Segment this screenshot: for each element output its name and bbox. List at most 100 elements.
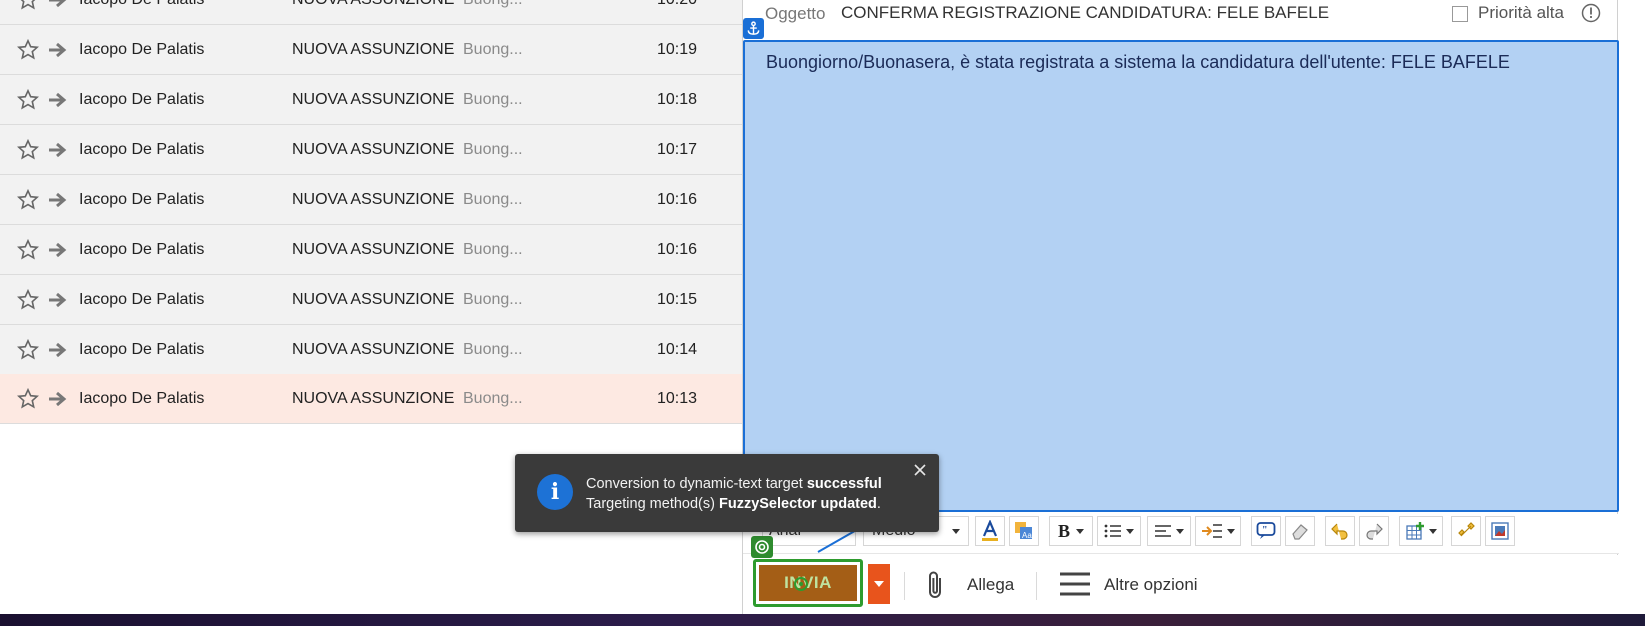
mail-sender: Iacopo De Palatis [79, 140, 205, 158]
forward-arrow-icon [49, 0, 66, 7]
bullet-list-icon [1104, 524, 1121, 538]
mail-subject: NUOVA ASSUNZIONE [292, 240, 455, 258]
eraser-icon [1292, 524, 1308, 540]
star-icon[interactable] [16, 288, 40, 312]
star-icon[interactable] [16, 38, 40, 62]
mail-time: 10:18 [657, 90, 698, 108]
mail-row[interactable]: Iacopo De Palatis NUOVA ASSUNZIONE Buong… [0, 125, 742, 175]
mail-preview: Buong... [463, 140, 523, 158]
mail-time: 10:20 [657, 0, 697, 9]
mail-row[interactable]: Iacopo De Palatis NUOVA ASSUNZIONE Buong… [0, 175, 742, 225]
subject-input[interactable]: CONFERMA REGISTRAZIONE CANDIDATURA: FELE… [841, 3, 1329, 23]
star-icon[interactable] [16, 238, 40, 262]
list-button[interactable] [1097, 516, 1141, 546]
link-icon [1458, 522, 1475, 537]
mail-preview: Buong... [463, 290, 523, 308]
mail-sender: Iacopo De Palatis [79, 240, 205, 258]
paperclip-icon[interactable] [925, 569, 947, 601]
mail-time: 10:15 [657, 290, 698, 308]
highlight-button[interactable]: Aa [1009, 516, 1039, 546]
toast-message-line1: Conversion to dynamic-text target succes… [586, 476, 882, 492]
svg-text:Aa: Aa [1022, 531, 1032, 540]
forward-arrow-icon [49, 242, 67, 257]
align-button[interactable] [1147, 516, 1191, 546]
forward-arrow-icon [49, 42, 67, 57]
send-options-button[interactable] [868, 564, 890, 604]
indent-button[interactable] [1195, 516, 1241, 546]
undo-button[interactable] [1325, 516, 1355, 546]
toast-notification: i Conversion to dynamic-text target succ… [515, 454, 939, 532]
chevron-down-icon [1126, 528, 1134, 534]
send-target-outline: INVIA [753, 559, 863, 607]
anchor-icon [743, 18, 764, 39]
attach-label[interactable]: Allega [967, 575, 1014, 595]
mail-subject: NUOVA ASSUNZIONE [292, 340, 455, 358]
message-body-editor[interactable]: Buongiorno/Buonasera, è stata registrata… [743, 40, 1619, 512]
mail-subject: NUOVA ASSUNZIONE [292, 140, 455, 158]
star-icon[interactable] [16, 0, 40, 12]
mail-subject: NUOVA ASSUNZIONE [292, 290, 455, 308]
more-options-label[interactable]: Altre opzioni [1104, 575, 1198, 595]
mail-preview: Buong... [463, 90, 523, 108]
star-icon[interactable] [16, 88, 40, 112]
mail-sender: Iacopo De Palatis [79, 290, 205, 308]
chevron-down-icon [1176, 528, 1184, 534]
quote-button[interactable]: " [1251, 516, 1281, 546]
priority-checkbox[interactable] [1452, 6, 1468, 22]
forward-arrow-icon [49, 342, 67, 357]
mail-sender: Iacopo De Palatis [79, 389, 205, 407]
divider [904, 572, 905, 600]
mail-time: 10:14 [657, 340, 698, 358]
subject-row: Oggetto CONFERMA REGISTRAZIONE CANDIDATU… [743, 0, 1619, 40]
mail-time: 10:16 [657, 190, 698, 208]
mail-subject: NUOVA ASSUNZIONE [292, 190, 455, 208]
star-icon[interactable] [16, 188, 40, 212]
mail-list: Iacopo De Palatis NUOVA ASSUNZIONE Buong… [0, 0, 742, 424]
send-button[interactable]: INVIA [759, 565, 857, 601]
mail-preview: Buong... [463, 389, 523, 407]
mail-subject: NUOVA ASSUNZIONE [292, 40, 455, 58]
bold-icon: B [1058, 522, 1070, 540]
redo-button[interactable] [1359, 516, 1389, 546]
mail-row[interactable]: Iacopo De Palatis NUOVA ASSUNZIONE Buong… [0, 25, 742, 75]
mail-time: 10:19 [657, 40, 698, 58]
mail-time: 10:17 [657, 140, 698, 158]
insert-table-button[interactable] [1399, 516, 1443, 546]
star-icon[interactable] [16, 387, 40, 411]
hamburger-icon[interactable] [1059, 571, 1091, 597]
mail-time: 10:13 [657, 389, 698, 407]
chevron-down-icon [1076, 528, 1084, 534]
chevron-down-icon [874, 581, 884, 587]
eraser-button[interactable] [1285, 516, 1315, 546]
star-icon[interactable] [16, 338, 40, 362]
star-icon[interactable] [16, 138, 40, 162]
mail-row[interactable]: Iacopo De Palatis NUOVA ASSUNZIONE Buong… [0, 0, 742, 25]
close-icon[interactable] [912, 462, 928, 478]
quote-icon: " [1256, 522, 1276, 539]
image-icon [1491, 522, 1509, 540]
insert-image-button[interactable] [1485, 516, 1515, 546]
mail-row[interactable]: Iacopo De Palatis NUOVA ASSUNZIONE Buong… [0, 225, 742, 275]
taskbar-strip [0, 614, 1645, 626]
info-icon: i [537, 474, 573, 510]
forward-arrow-icon [49, 92, 67, 107]
mail-row[interactable]: Iacopo De Palatis NUOVA ASSUNZIONE Buong… [0, 275, 742, 325]
mail-row-selected[interactable]: Iacopo De Palatis NUOVA ASSUNZIONE Buong… [0, 374, 742, 424]
bold-button[interactable]: B [1049, 516, 1093, 546]
mail-subject: NUOVA ASSUNZIONE [292, 90, 455, 108]
link-button[interactable] [1451, 516, 1481, 546]
svg-text:": " [1262, 525, 1268, 536]
message-body-text: Buongiorno/Buonasera, è stata registrata… [766, 52, 1510, 72]
mail-row[interactable]: Iacopo De Palatis NUOVA ASSUNZIONE Buong… [0, 325, 742, 375]
app-root: Iacopo De Palatis NUOVA ASSUNZIONE Buong… [0, 0, 1645, 626]
forward-arrow-icon [49, 391, 67, 406]
mail-preview: Buong... [463, 240, 523, 258]
target-icon [751, 536, 773, 558]
compose-action-bar: INVIA Allega Altre opzioni [743, 555, 1619, 614]
mail-preview: Buong... [463, 340, 523, 358]
mail-row[interactable]: Iacopo De Palatis NUOVA ASSUNZIONE Buong… [0, 75, 742, 125]
font-color-button[interactable] [975, 516, 1005, 546]
chevron-down-icon [1227, 528, 1235, 534]
mail-sender: Iacopo De Palatis [79, 340, 205, 358]
highlight-icon: Aa [1015, 522, 1032, 540]
